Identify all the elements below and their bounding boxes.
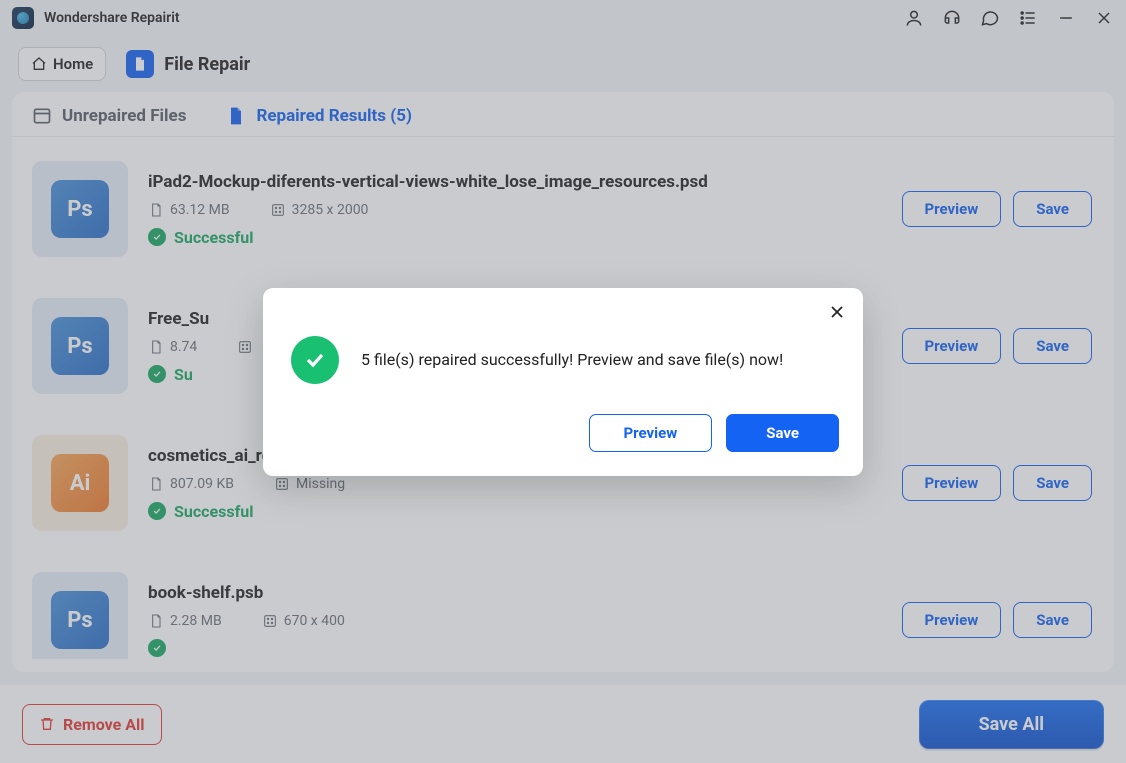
close-icon	[827, 302, 847, 322]
modal-overlay: 5 file(s) repaired successfully! Preview…	[0, 0, 1126, 763]
modal-message: 5 file(s) repaired successfully! Preview…	[361, 350, 783, 369]
success-check-icon	[291, 336, 339, 384]
success-modal: 5 file(s) repaired successfully! Preview…	[263, 288, 863, 476]
modal-save-button[interactable]: Save	[726, 414, 839, 452]
modal-preview-button[interactable]: Preview	[589, 414, 713, 452]
modal-close-button[interactable]	[827, 302, 847, 326]
